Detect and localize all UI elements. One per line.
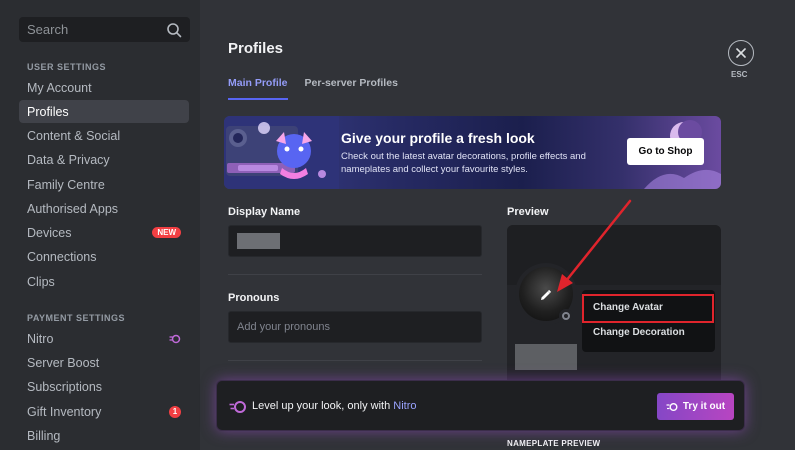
sidebar-item-label: Subscriptions: [27, 379, 103, 394]
sidebar-item-profiles[interactable]: Profiles: [19, 100, 189, 123]
change-avatar-menu-item[interactable]: Change Avatar: [587, 295, 710, 320]
new-badge: NEW: [152, 227, 181, 238]
sidebar-item-authorised-apps[interactable]: Authorised Apps: [19, 197, 189, 220]
nameplate-preview-label: NAMEPLATE PREVIEW: [507, 439, 601, 448]
close-icon: [736, 48, 746, 58]
sidebar-item-data-privacy[interactable]: Data & Privacy: [19, 148, 189, 171]
sidebar-item-label: Connections: [27, 249, 97, 264]
shop-promo-banner: Give your profile a fresh look Check out…: [224, 116, 721, 189]
sidebar-item-label: Profiles: [27, 104, 69, 119]
tab-per-server-profiles[interactable]: Per-server Profiles: [305, 77, 398, 100]
preview-label: Preview: [507, 206, 549, 218]
sidebar-item-clips[interactable]: Clips: [19, 270, 189, 293]
sidebar-item-label: Authorised Apps: [27, 201, 119, 216]
upsell-message: Level up your look, only with: [252, 400, 394, 412]
redacted-username: [515, 344, 577, 370]
payment-settings-header: PAYMENT SETTINGS: [27, 313, 126, 323]
sidebar-item-server-boost[interactable]: Server Boost: [19, 351, 189, 374]
search-input[interactable]: Search: [19, 17, 190, 42]
sidebar-item-label: Devices: [27, 225, 72, 240]
upsell-text: Level up your look, only with Nitro: [252, 400, 416, 412]
sidebar-item-label: Server Boost: [27, 355, 100, 370]
sidebar-item-nitro[interactable]: Nitro: [19, 327, 189, 350]
sidebar-item-content-social[interactable]: Content & Social: [19, 124, 189, 147]
sidebar-item-label: Clips: [27, 274, 55, 289]
count-badge: 1: [169, 405, 181, 418]
close-button[interactable]: [728, 40, 754, 66]
nitro-icon: [229, 401, 246, 413]
sidebar-item-label: Billing: [27, 428, 61, 443]
settings-sidebar: Search USER SETTINGS My Account Profiles…: [0, 0, 200, 450]
profile-tabs: Main Profile Per-server Profiles: [228, 77, 398, 100]
pronouns-placeholder: Add your pronouns: [237, 321, 330, 333]
banner-title: Give your profile a fresh look: [341, 130, 535, 146]
sidebar-item-billing[interactable]: Billing: [19, 424, 189, 447]
sidebar-item-label: Content & Social: [27, 128, 121, 143]
nitro-icon: [666, 402, 678, 411]
status-indicator: [559, 309, 573, 323]
try-it-out-button[interactable]: Try it out: [657, 393, 734, 420]
search-placeholder: Search: [27, 22, 69, 37]
sidebar-item-my-account[interactable]: My Account: [19, 76, 189, 99]
sidebar-item-subscriptions[interactable]: Subscriptions: [19, 375, 189, 398]
sidebar-item-label: Family Centre: [27, 177, 105, 192]
sidebar-item-label: Data & Privacy: [27, 152, 110, 167]
nitro-link[interactable]: Nitro: [393, 400, 416, 412]
sidebar-item-gift-inventory[interactable]: Gift Inventory 1: [19, 400, 189, 423]
banner-illustration: [224, 116, 339, 189]
nitro-upsell-bar: Level up your look, only with Nitro Try …: [216, 380, 745, 431]
tab-main-profile[interactable]: Main Profile: [228, 77, 288, 100]
avatar-context-menu: Change Avatar Change Decoration: [582, 290, 715, 352]
display-name-label: Display Name: [228, 206, 301, 218]
nitro-icon: [169, 334, 181, 343]
divider: [228, 274, 482, 275]
sidebar-item-family-centre[interactable]: Family Centre: [19, 173, 189, 196]
try-it-out-label: Try it out: [682, 401, 726, 412]
pencil-icon[interactable]: [539, 289, 552, 302]
redacted-display-name: [237, 233, 280, 249]
sidebar-item-devices[interactable]: Devices NEW: [19, 221, 189, 244]
sidebar-item-label: Nitro: [27, 331, 54, 346]
esc-label: ESC: [731, 70, 748, 79]
banner-description: Check out the latest avatar decorations,…: [341, 151, 586, 175]
page-title: Profiles: [228, 40, 284, 57]
sidebar-item-label: Gift Inventory: [27, 404, 102, 419]
divider: [228, 360, 482, 361]
sidebar-item-connections[interactable]: Connections: [19, 245, 189, 268]
pronouns-label: Pronouns: [228, 292, 280, 304]
sidebar-item-label: My Account: [27, 80, 92, 95]
user-settings-header: USER SETTINGS: [27, 62, 107, 72]
search-icon: [167, 22, 182, 37]
go-to-shop-button[interactable]: Go to Shop: [627, 138, 704, 165]
display-name-field[interactable]: [228, 225, 482, 257]
change-decoration-menu-item[interactable]: Change Decoration: [587, 320, 710, 345]
pronouns-field[interactable]: Add your pronouns: [228, 311, 482, 343]
